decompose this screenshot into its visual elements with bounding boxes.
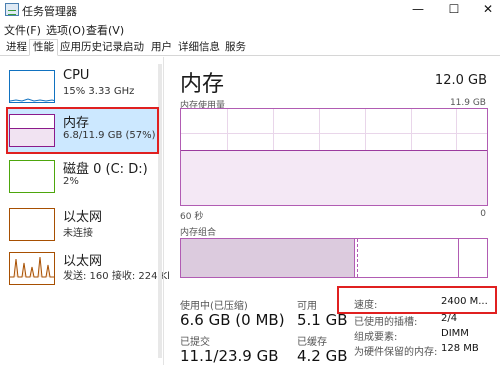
speed-label: 速度: (354, 300, 378, 311)
resource-disk[interactable]: 磁盘 0 (C: D:) 2% (6, 155, 160, 199)
available-label: 可用 (297, 301, 317, 312)
page-title: 内存 (180, 72, 225, 97)
pane-divider (163, 57, 164, 365)
in-use-label: 使用中(已压缩) (180, 301, 248, 312)
resource-detail: 未连接 (63, 228, 93, 239)
cached-value: 4.2 GB (297, 347, 348, 365)
maximize-icon: ☐ (448, 2, 460, 16)
resource-title: 磁盘 0 (C: D:) (63, 162, 148, 177)
resource-cpu[interactable]: CPU 15% 3.33 GHz (6, 65, 160, 109)
resource-ethernet-2[interactable]: 以太网 发送: 160 接收: 224 Kl (6, 247, 170, 291)
committed-label: 已提交 (180, 337, 210, 348)
disk-thumbnail (9, 160, 55, 193)
committed-value: 11.1/23.9 GB (180, 347, 279, 365)
menu-options[interactable]: 选项(O) (46, 22, 85, 38)
resource-title: CPU (63, 68, 90, 83)
slots-label: 已使用的插槽: (354, 317, 418, 328)
ethernet-sparkline (10, 256, 54, 278)
speed-value: 2400 M... (441, 296, 488, 307)
close-icon: ✕ (482, 2, 494, 16)
ethernet-thumbnail (9, 208, 55, 241)
menu-bar: 文件(F) 选项(O) 查看(V) (0, 20, 500, 38)
resource-detail: 15% 3.33 GHz (63, 86, 135, 97)
tab-bar: 进程 性能 应用历史记录 启动 用户 详细信息 服务 (0, 38, 500, 56)
cpu-sparkline (10, 98, 54, 102)
resource-detail: 2% (63, 176, 79, 187)
tab-startup[interactable]: 启动 (119, 39, 148, 56)
time-axis-right: 0 (480, 209, 486, 219)
form-factor-label: 组成要素: (354, 332, 398, 343)
resource-detail: 发送: 160 接收: 224 Kl (63, 271, 170, 282)
menu-file[interactable]: 文件(F) (4, 22, 41, 38)
slots-value: 2/4 (441, 313, 458, 324)
form-factor-value: DIMM (441, 328, 469, 339)
task-manager-icon (5, 3, 19, 16)
highlight-memory-item (6, 107, 159, 154)
composition-standby (181, 239, 460, 277)
tab-users[interactable]: 用户 (147, 39, 176, 56)
memory-composition-bar (180, 238, 488, 278)
memory-usage-graph (180, 108, 488, 206)
menu-view[interactable]: 查看(V) (86, 22, 124, 38)
cpu-thumbnail (9, 70, 55, 103)
hardware-reserved-value: 128 MB (441, 343, 479, 354)
close-button[interactable]: ✕ (466, 0, 500, 20)
window-title: 任务管理器 (22, 5, 77, 18)
time-axis-left: 60 秒 (180, 212, 204, 222)
tab-processes[interactable]: 进程 (2, 39, 31, 56)
memory-total: 12.0 GB (434, 73, 487, 88)
tab-app-history[interactable]: 应用历史记录 (56, 39, 127, 56)
minimize-icon: — (412, 2, 424, 16)
tab-services[interactable]: 服务 (221, 39, 250, 56)
ethernet-thumbnail (9, 252, 55, 285)
composition-label: 内存组合 (180, 228, 217, 238)
resource-list: CPU 15% 3.33 GHz 内存 6.8/11.9 GB (57%) 磁盘… (0, 57, 170, 365)
tab-details[interactable]: 详细信息 (174, 39, 224, 56)
in-use-value: 6.6 GB (0 MB) (180, 311, 285, 329)
resource-title: 以太网 (63, 210, 103, 225)
title-bar: 任务管理器 — ☐ ✕ (0, 0, 500, 20)
resource-ethernet-1[interactable]: 以太网 未连接 (6, 203, 160, 247)
usage-fill (181, 150, 487, 205)
available-value: 5.1 GB (297, 311, 348, 329)
hardware-reserved-label: 为硬件保留的内存: (354, 347, 438, 358)
cached-label: 已缓存 (297, 337, 327, 348)
tab-performance[interactable]: 性能 (29, 39, 58, 56)
usage-graph-max: 11.9 GB (449, 98, 486, 108)
